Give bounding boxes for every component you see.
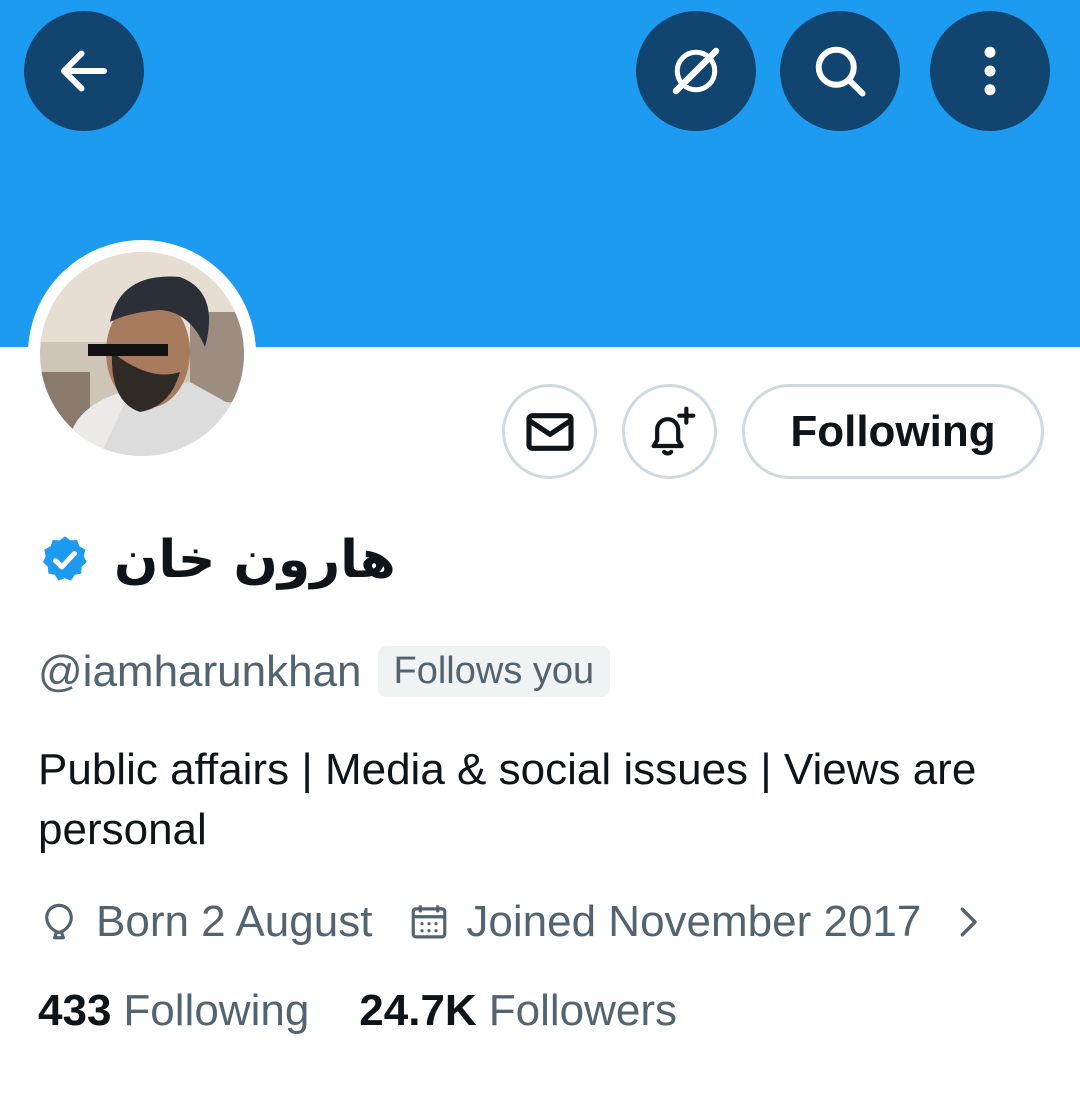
handle-row: @iamharunkhan Follows you: [38, 646, 611, 697]
following-button[interactable]: Following: [742, 384, 1044, 479]
follows-you-badge: Follows you: [377, 646, 611, 697]
balloon-icon: [45, 903, 73, 940]
search-icon: [815, 46, 866, 97]
profile-bio: Public affairs | Media & social issues |…: [38, 745, 977, 854]
followers-stat[interactable]: 24.7K Followers: [359, 986, 677, 1036]
followers-label: Followers: [488, 986, 677, 1035]
verified-badge-icon[interactable]: [38, 533, 92, 587]
mail-icon: [525, 412, 574, 451]
more-options-button[interactable]: [930, 11, 1050, 131]
explore-icon: [672, 47, 720, 95]
following-stat[interactable]: 433 Following: [38, 986, 309, 1036]
name-row: هارون خان: [38, 520, 396, 600]
joined-text: Joined November 2017: [466, 897, 922, 946]
avatar-photo: [40, 252, 244, 456]
following-count: 433: [38, 986, 112, 1035]
birthday-text: Born 2 August: [96, 897, 373, 946]
back-button[interactable]: [24, 11, 144, 131]
arrow-left-icon: [61, 50, 107, 92]
display-name: هارون خان: [114, 530, 396, 590]
bell-plus-icon: [651, 406, 695, 455]
joined-item: Joined November 2017: [408, 897, 921, 947]
chevron-right-icon[interactable]: [951, 905, 985, 939]
notifications-button[interactable]: [622, 384, 717, 479]
user-handle: @iamharunkhan: [38, 646, 362, 696]
followers-count: 24.7K: [359, 986, 477, 1035]
avatar-ring: [28, 240, 256, 468]
following-label: Following: [123, 986, 310, 1035]
follow-stats: 433 Following 24.7K Followers: [38, 986, 677, 1036]
search-button[interactable]: [780, 11, 900, 131]
avatar[interactable]: [40, 252, 244, 456]
profile-meta: Born 2 August Joined November 2017: [38, 892, 985, 952]
explore-button[interactable]: [636, 11, 756, 131]
calendar-icon: [412, 905, 447, 939]
birthday-item: Born 2 August: [38, 897, 372, 947]
more-vertical-icon: [984, 46, 996, 96]
message-button[interactable]: [502, 384, 597, 479]
